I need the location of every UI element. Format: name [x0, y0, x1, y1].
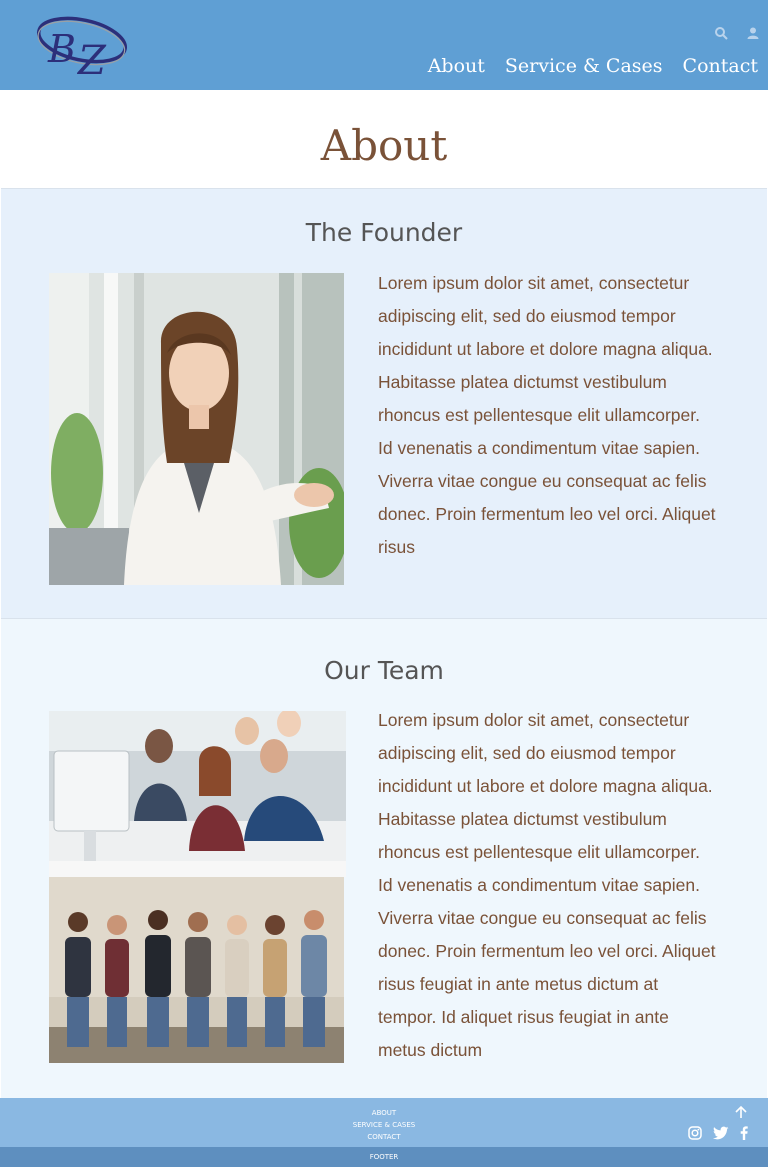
team-section: Our Team Lorem ipsum dolor sit amet, con…	[1, 619, 767, 1098]
nav-about[interactable]: About	[428, 52, 485, 80]
team-text: Lorem ipsum dolor sit amet, consectetur …	[378, 710, 716, 1060]
founder-text: Lorem ipsum dolor sit amet, consectetur …	[378, 273, 716, 557]
arrow-up-icon[interactable]	[734, 1105, 748, 1119]
footer-bar: FOOTER	[0, 1147, 768, 1167]
founder-title: The Founder	[305, 218, 463, 247]
footer-nav: ABOUT SERVICE & CASES CONTACT	[0, 1107, 768, 1143]
founder-section: The Founder Lorem ipsum dolor sit amet, …	[1, 188, 767, 619]
site-header: B Z About Service & Cases Contact	[0, 0, 768, 90]
nav-service-cases[interactable]: Service & Cases	[505, 52, 663, 80]
footer-link-service-cases[interactable]: SERVICE & CASES	[0, 1119, 768, 1131]
main-nav: About Service & Cases Contact	[428, 52, 758, 80]
site-footer: ABOUT SERVICE & CASES CONTACT	[0, 1098, 768, 1147]
search-icon[interactable]	[714, 26, 728, 40]
team-title: Our Team	[324, 656, 444, 685]
nav-contact[interactable]: Contact	[683, 52, 758, 80]
team-photo-office	[49, 711, 346, 877]
founder-photo	[49, 273, 344, 585]
twitter-icon[interactable]	[713, 1126, 729, 1140]
footer-link-about[interactable]: ABOUT	[0, 1107, 768, 1119]
page-title: About	[320, 121, 448, 170]
team-photo-group	[49, 877, 344, 1063]
svg-text:B: B	[47, 27, 76, 71]
footer-link-contact[interactable]: CONTACT	[0, 1131, 768, 1143]
facebook-icon[interactable]	[740, 1126, 748, 1140]
instagram-icon[interactable]	[688, 1126, 702, 1140]
bz-logo[interactable]: B Z	[34, 10, 128, 78]
user-icon[interactable]	[746, 26, 760, 40]
svg-text:Z: Z	[76, 38, 107, 78]
